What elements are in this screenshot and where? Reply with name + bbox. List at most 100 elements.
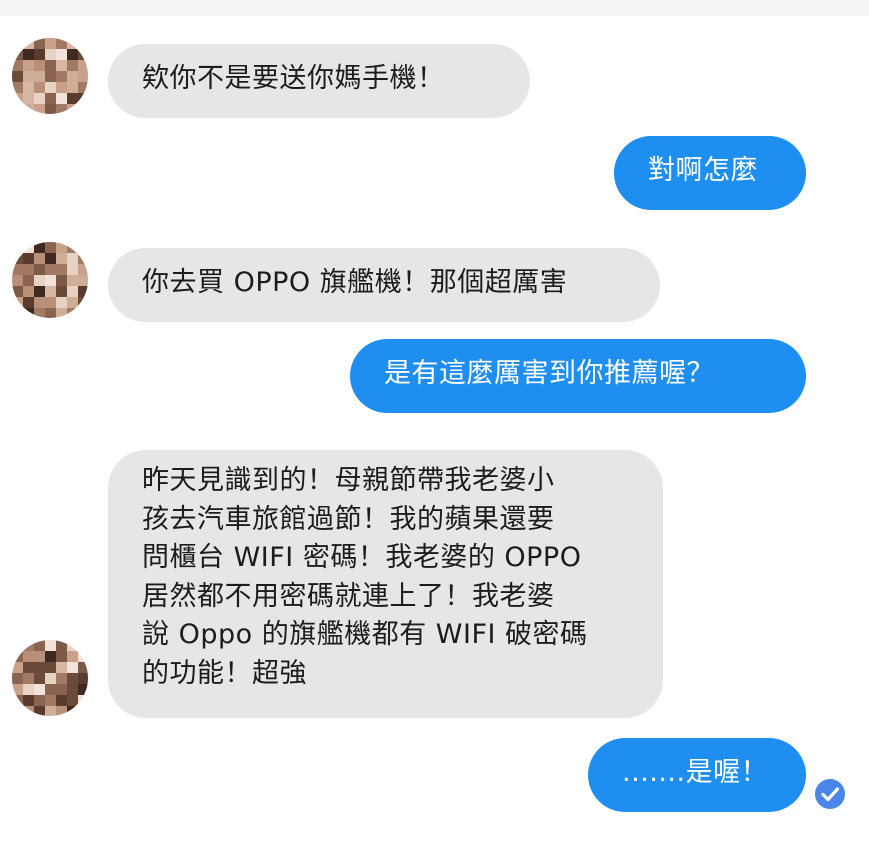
avatar-pixel [67,71,78,82]
avatar-pixel [56,71,67,82]
avatar-pixel [45,662,56,673]
avatar-pixel [12,49,23,60]
avatar-pixel [45,38,56,49]
avatar-pixel [67,662,78,673]
avatar-pixel [23,253,34,264]
avatar-pixel [12,684,23,695]
avatar-pixel [78,71,88,82]
avatar-pixel [34,695,45,706]
avatar-pixel [67,297,78,308]
avatar-pixel [67,275,78,286]
avatar-pixel [34,242,45,253]
avatar-pixel [34,275,45,286]
avatar-pixel [56,651,67,662]
avatar-pixel [78,60,88,71]
avatar-pixel [78,695,88,706]
avatar-pixel [34,662,45,673]
avatar-pixel [67,60,78,71]
avatar-pixel [23,673,34,684]
contact-avatar[interactable] [12,242,88,318]
avatar-pixel [67,706,78,716]
avatar-pixel [67,673,78,684]
avatar-pixel [23,93,34,104]
incoming-message[interactable]: 昨天見識到的！母親節帶我老婆小 孩去汽車旅館過節！我的蘋果還要 問櫃台 WIFI… [108,450,663,718]
avatar-pixel [34,308,45,318]
avatar-pixel [34,38,45,49]
avatar-pixel [23,275,34,286]
avatar-pixel [45,297,56,308]
avatar-pixel [34,706,45,716]
avatar-pixel [45,60,56,71]
avatar-pixel [45,264,56,275]
avatar-pixel [67,651,78,662]
avatar-pixel [34,71,45,82]
avatar-pixel [67,49,78,60]
avatar-pixel [67,308,78,318]
avatar-pixel [45,275,56,286]
avatar-pixel [45,242,56,253]
avatar-pixel [78,706,88,716]
outgoing-message[interactable]: 是有這麼厲害到你推薦喔？ [350,339,806,413]
avatar-pixel [23,651,34,662]
avatar-pixel [12,297,23,308]
avatar-pixel [78,104,88,114]
avatar-pixel [23,297,34,308]
avatar-pixel [45,286,56,297]
message-text-line: 說 Oppo 的旗艦機都有 WIFI 破密碼 [142,619,588,650]
incoming-message[interactable]: 欸你不是要送你媽手機！ [108,44,530,118]
avatar-pixel [12,104,23,114]
outgoing-message[interactable]: .......是喔！ [588,738,806,812]
avatar-pixel [56,640,67,651]
avatar-pixel [56,286,67,297]
avatar-pixel [56,242,67,253]
avatar-pixel [34,673,45,684]
avatar-pixel [23,264,34,275]
avatar-pixel [56,253,67,264]
avatar-pixel [45,49,56,60]
avatar-pixel [78,275,88,286]
avatar-pixel [23,662,34,673]
avatar-pixel [56,38,67,49]
avatar-pixel [56,684,67,695]
avatar-pixel [45,695,56,706]
avatar-pixel [67,82,78,93]
avatar-pixel [12,38,23,49]
avatar-pixel [12,253,23,264]
avatar-pixel [34,651,45,662]
avatar-pixel [78,93,88,104]
avatar-pixel [23,60,34,71]
avatar-pixel [34,297,45,308]
avatar-pixel [34,49,45,60]
avatar-pixel [56,82,67,93]
avatar-pixel [45,308,56,318]
avatar-pixel [78,308,88,318]
message-text: 你去買 OPPO 旗艦機！那個超厲害 [142,267,568,298]
avatar-pixel [34,264,45,275]
avatar-pixel [78,264,88,275]
avatar-pixel [56,60,67,71]
incoming-message[interactable]: 你去買 OPPO 旗艦機！那個超厲害 [108,248,660,322]
avatar-pixel [67,93,78,104]
avatar-pixel [12,82,23,93]
avatar-pixel [34,60,45,71]
avatar-pixel [56,275,67,286]
avatar-pixel [45,640,56,651]
avatar-pixel [78,286,88,297]
message-text-line: 問櫃台 WIFI 密碼！我老婆的 OPPO [142,542,582,573]
contact-avatar[interactable] [12,38,88,114]
avatar-pixel [45,706,56,716]
avatar-pixel [67,38,78,49]
outgoing-message[interactable]: 對啊怎麼 [614,136,806,210]
avatar-pixel [12,308,23,318]
avatar-pixel [56,93,67,104]
avatar-pixel [12,706,23,716]
avatar-pixel [34,93,45,104]
avatar-pixel [34,286,45,297]
avatar-pixel [56,695,67,706]
avatar-pixel [67,242,78,253]
avatar-pixel [45,684,56,695]
contact-avatar[interactable] [12,640,88,716]
message-text: 對啊怎麼 [648,155,758,186]
avatar-pixel [56,297,67,308]
avatar-pixel [23,684,34,695]
